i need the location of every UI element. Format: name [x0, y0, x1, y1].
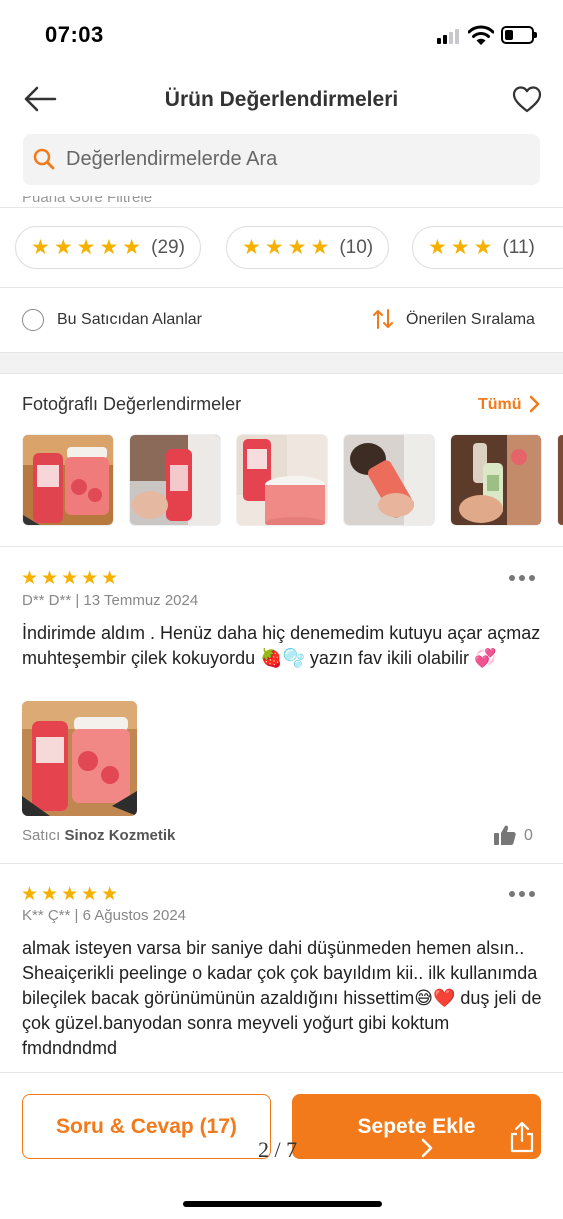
- status-bar: 07:03: [0, 0, 563, 70]
- rating-filter-4-stars[interactable]: ★★★★ (10): [226, 226, 390, 269]
- sort-label[interactable]: Önerilen Sıralama: [406, 311, 535, 329]
- more-options-icon[interactable]: [509, 575, 535, 583]
- photo-reviews-all-link[interactable]: Tümü: [478, 396, 522, 414]
- rating-filter-3-stars[interactable]: ★★★ (11): [412, 226, 563, 269]
- options-row: Bu Satıcıdan Alanlar Önerilen Sıralama: [0, 288, 563, 352]
- wifi-icon: [468, 25, 494, 45]
- chevron-right-icon[interactable]: [527, 394, 541, 414]
- more-options-icon[interactable]: [509, 891, 535, 899]
- review-photo[interactable]: [22, 701, 137, 816]
- share-icon[interactable]: [508, 1121, 536, 1153]
- review-card: ★★★★★ K** Ç** | 6 Ağustos 2024 almak ist…: [0, 864, 563, 1072]
- review-photo-thumbnail[interactable]: [557, 434, 563, 526]
- rating-count: (11): [502, 236, 535, 258]
- rating-filter-5-stars[interactable]: ★★★★★ (29): [15, 226, 201, 269]
- like-count: 0: [524, 827, 533, 844]
- review-meta: K** Ç** | 6 Ağustos 2024: [22, 907, 187, 924]
- star-icons: ★★★: [428, 236, 497, 259]
- seller-name[interactable]: Sinoz Kozmetik: [65, 827, 176, 844]
- review-photo-thumbnail[interactable]: [129, 434, 221, 526]
- page-title: Ürün Değerlendirmeleri: [164, 88, 399, 111]
- filter-section-label: Puana Göre Filtrele: [22, 196, 153, 206]
- review-text: almak isteyen varsa bir saniye dahi düşü…: [22, 938, 542, 1058]
- review-photo-thumbnail[interactable]: [236, 434, 328, 526]
- header: Ürün Değerlendirmeleri: [0, 70, 563, 130]
- review-seller: Satıcı Sinoz Kozmetik: [22, 827, 175, 844]
- section-separator: [0, 352, 563, 374]
- page-indicator: 2 / 7: [258, 1137, 298, 1162]
- photo-reviews-title: Fotoğraflı Değerlendirmeler: [22, 394, 242, 414]
- cellular-signal-icon: [437, 28, 463, 44]
- seller-filter-label[interactable]: Bu Satıcıdan Alanlar: [57, 311, 202, 329]
- rating-count: (29): [151, 236, 185, 258]
- star-icons: ★★★★★: [31, 236, 146, 259]
- review-photo-thumbnail[interactable]: [450, 434, 542, 526]
- search-input[interactable]: [66, 134, 526, 185]
- battery-icon: [501, 26, 537, 44]
- thumbs-up-icon[interactable]: [494, 825, 516, 845]
- search-bar: [23, 134, 540, 185]
- star-icons: ★★★★: [242, 236, 334, 259]
- search-icon: [33, 148, 55, 170]
- review-card: ★★★★★ D** D** | 13 Temmuz 2024 İndirimde…: [0, 547, 563, 863]
- status-time: 07:03: [45, 22, 104, 47]
- seller-filter-radio[interactable]: [22, 309, 44, 331]
- sort-icon[interactable]: [372, 308, 394, 330]
- rating-count: (10): [339, 236, 374, 258]
- home-indicator[interactable]: [183, 1201, 382, 1207]
- add-to-cart-button[interactable]: Sepete Ekle: [292, 1094, 541, 1159]
- review-text: İndirimde aldım . Henüz daha hiç denemed…: [22, 623, 541, 668]
- bottom-action-bar: Soru & Cevap (17) Sepete Ekle 2 / 7: [0, 1072, 563, 1219]
- chevron-right-icon: [421, 1138, 433, 1158]
- review-photo-thumbnail[interactable]: [22, 434, 114, 526]
- qa-button[interactable]: Soru & Cevap (17): [22, 1094, 271, 1159]
- seller-prefix: Satıcı: [22, 827, 61, 844]
- review-stars: ★★★★★: [21, 884, 122, 905]
- review-stars: ★★★★★: [21, 568, 122, 589]
- heart-icon[interactable]: [512, 85, 542, 113]
- review-photo-thumbnail[interactable]: [343, 434, 435, 526]
- review-meta: D** D** | 13 Temmuz 2024: [22, 592, 199, 609]
